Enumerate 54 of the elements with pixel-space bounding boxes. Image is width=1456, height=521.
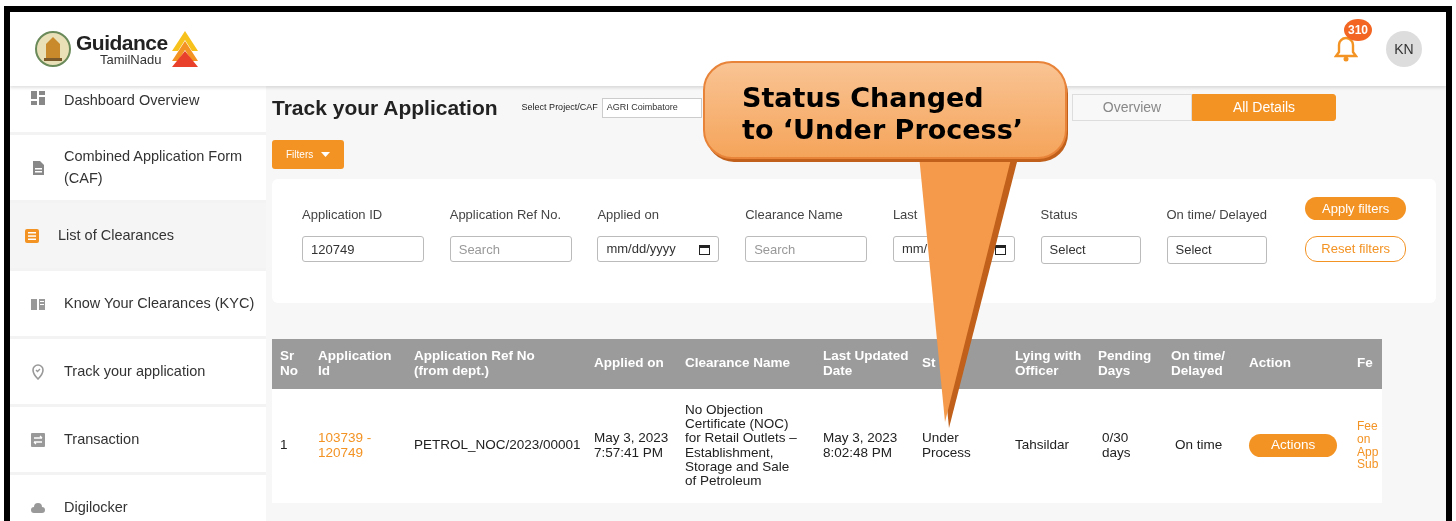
filter-label: Application Ref No. <box>449 205 562 224</box>
column-header: Last Updated Date <box>822 349 910 378</box>
chevron-logo-icon <box>171 31 198 67</box>
table-cell-text: May 3, 2023 8:02:48 PM <box>822 431 899 460</box>
column-header: Action <box>1248 356 1292 371</box>
caret-icon <box>321 151 331 157</box>
project-select[interactable]: AGRI Coimbatore <box>601 98 702 118</box>
filter-label: Last <box>892 205 919 224</box>
text-input-field[interactable]: Search <box>449 236 572 262</box>
date-input-field[interactable]: mm/dd/yyyy <box>597 236 720 262</box>
table-cell-text: 1 <box>279 438 289 453</box>
grid-icon <box>30 90 46 106</box>
column-header: On time/ Delayed <box>1170 349 1226 378</box>
column-header: Lying with Officer <box>1014 349 1083 378</box>
table-cell-text: May 3, 2023 7:57:41 PM <box>593 431 670 460</box>
location-pin-icon <box>30 363 46 380</box>
column-header: Sr No <box>279 349 299 378</box>
column-header: Clearance Name <box>684 356 792 371</box>
column-header: St <box>921 356 937 371</box>
filter-label: On time/ Delayed <box>1166 205 1268 224</box>
notification-badge: 310 <box>1344 19 1373 41</box>
logo-subtitle: TamilNadu <box>100 53 163 66</box>
table-cell-text: Tahsildar <box>1014 438 1071 453</box>
page-title: Track your Application <box>272 95 498 121</box>
table-cell-text: PETROL_NOC/2023/00001 <box>413 438 582 453</box>
filter-label: Status <box>1040 205 1079 224</box>
select-field[interactable]: Select <box>1166 236 1267 264</box>
column-header: Application Id <box>317 349 393 378</box>
filter-label: Application ID <box>302 205 384 224</box>
arrows-icon <box>30 431 46 448</box>
project-select-label: Select Project/CAF <box>521 101 598 114</box>
table-cell-text: No Objection Certificate (NOC) for Retail Outlets – Establishment, Storage and Sale of Petroleum <box>684 403 798 488</box>
select-field[interactable]: Select <box>1040 236 1141 264</box>
callout-text: Status Changed to ‘Under Process’ <box>742 82 1023 147</box>
emblem-icon <box>34 30 72 68</box>
document-icon <box>30 159 46 176</box>
user-avatar[interactable]: KN <box>1386 31 1422 67</box>
text-input-field[interactable]: Search <box>745 236 868 262</box>
calendar-icon[interactable] <box>699 243 711 255</box>
table-cell-text: On time <box>1174 438 1224 453</box>
filter-label: Clearance Name <box>745 205 844 224</box>
sidebar-item[interactable]: List of Clearances <box>10 203 266 271</box>
table-cell-text: 0/30 days <box>1101 431 1132 460</box>
list-icon <box>24 227 40 244</box>
column-header: Fe <box>1356 356 1374 371</box>
logo-title: Guidance <box>76 32 168 53</box>
calendar-icon[interactable] <box>994 243 1006 255</box>
text-input-field[interactable]: 120749 <box>302 236 424 262</box>
filter-label: Applied on <box>597 205 660 224</box>
table-cell-text: Under Process <box>921 431 972 460</box>
column-header: Application Ref No (from dept.) <box>413 349 536 378</box>
bell-icon[interactable] <box>1334 35 1358 63</box>
column-header: Applied on <box>593 356 665 371</box>
column-header: Pending Days <box>1097 349 1153 378</box>
